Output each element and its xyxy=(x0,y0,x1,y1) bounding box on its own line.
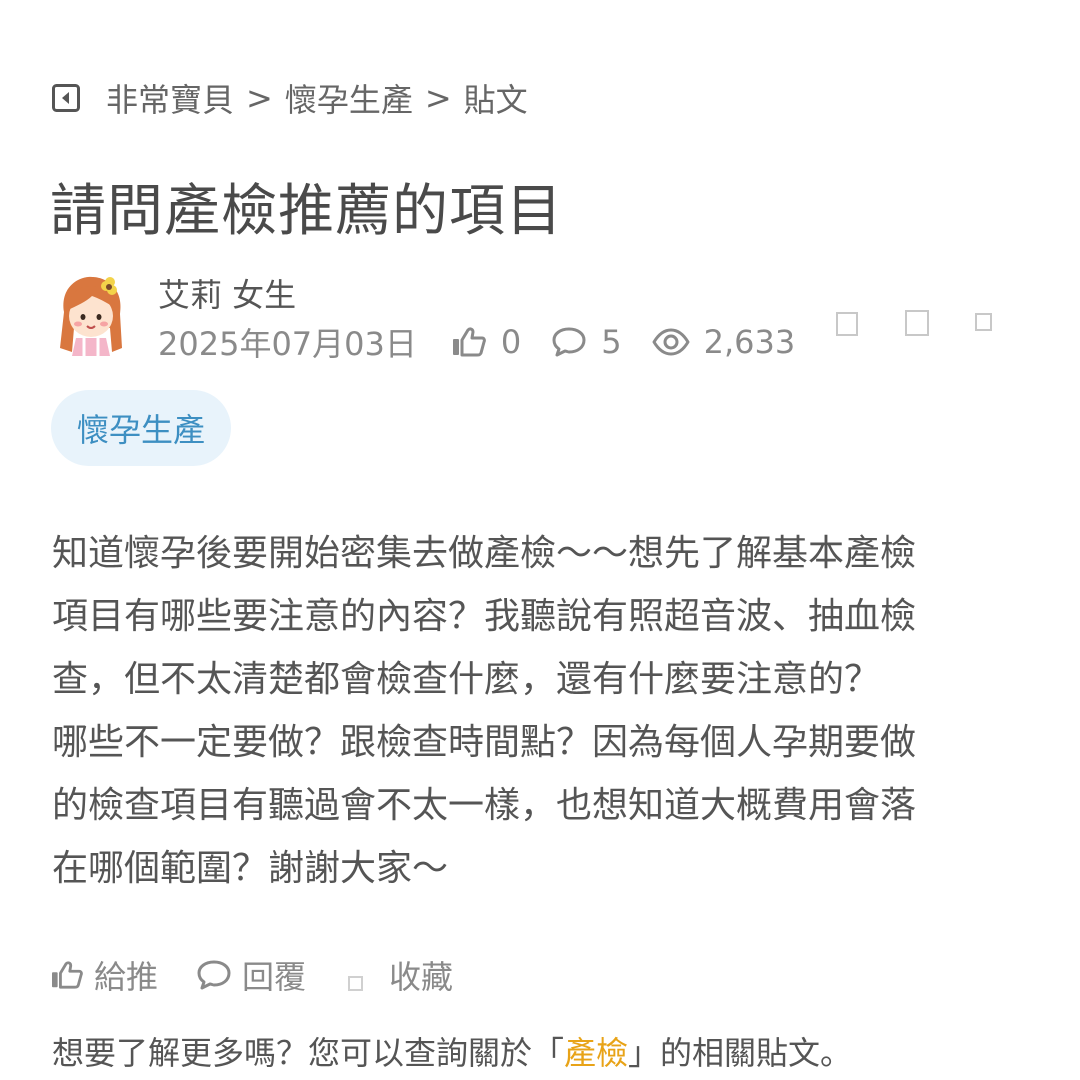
breadcrumb: 非常寶貝 > 懷孕生產 > 貼文 xyxy=(52,74,528,122)
view-count: 2,633 xyxy=(652,323,796,361)
related-prefix: 想要了解更多嗎？您可以查詢關於「 xyxy=(52,1034,565,1072)
back-arrow-icon[interactable] xyxy=(52,84,80,112)
post-body-line: 查，但不太清楚都會檢查什麼，還有什麼要注意的？ xyxy=(52,659,881,700)
avatar[interactable] xyxy=(54,272,128,356)
bookmark-icon[interactable] xyxy=(905,310,929,336)
favorite-button-label: 收藏 xyxy=(389,958,454,996)
category-tag[interactable]: 懷孕生產 xyxy=(51,390,231,466)
thumbs-up-icon xyxy=(50,960,84,990)
favorite-icon xyxy=(348,975,364,991)
post-body: 知道懷孕後要開始密集去做產檢～～想先了解基本產檢 項目有哪些要注意的內容？我聽說… xyxy=(52,522,1032,900)
comment-count: 5 xyxy=(551,323,622,361)
speech-bubble-icon xyxy=(551,326,587,358)
thumbs-up-icon xyxy=(451,326,487,358)
related-suffix: 」的相關貼文。 xyxy=(628,1034,853,1072)
share-icon[interactable] xyxy=(836,312,858,336)
post-actions: 給推 回覆 收藏 xyxy=(50,948,453,1002)
related-search-text: 想要了解更多嗎？您可以查詢關於「產檢」的相關貼文。 xyxy=(52,1028,852,1074)
post-date: 2025年07月03日 xyxy=(158,325,417,363)
post-body-line: 在哪個範圍？謝謝大家～ xyxy=(52,848,449,889)
post-body-line: 的檢查項目有聽過會不太一樣，也想知道大概費用會落 xyxy=(52,785,917,826)
post-body-line: 項目有哪些要注意的內容？我聽說有照超音波、抽血檢 xyxy=(52,596,917,637)
breadcrumb-separator: > xyxy=(246,79,273,117)
breadcrumb-item-forum[interactable]: 非常寶貝 xyxy=(106,75,234,121)
author-name[interactable]: 艾莉 女生 xyxy=(158,270,296,316)
reply-button-label: 回覆 xyxy=(242,958,307,996)
post-body-line: 哪些不一定要做？跟檢查時間點？因為每個人孕期要做 xyxy=(52,722,917,763)
breadcrumb-item-category[interactable]: 懷孕生產 xyxy=(285,75,413,121)
post-body-line: 知道懷孕後要開始密集去做產檢～～想先了解基本產檢 xyxy=(52,533,917,574)
favorite-button[interactable]: 收藏 xyxy=(348,952,453,998)
reply-button[interactable]: 回覆 xyxy=(196,952,306,998)
like-count: 0 xyxy=(451,323,521,361)
post-meta: 2025年07月03日 0 5 2,633 xyxy=(158,320,795,364)
related-keyword-link[interactable]: 產檢 xyxy=(564,1034,628,1072)
comment-count-value: 5 xyxy=(601,323,622,361)
like-button[interactable]: 給推 xyxy=(50,952,158,998)
like-button-label: 給推 xyxy=(94,958,159,996)
more-options-icon[interactable] xyxy=(975,313,992,331)
like-count-value: 0 xyxy=(500,323,522,361)
breadcrumb-item-post: 貼文 xyxy=(463,81,528,119)
speech-bubble-icon xyxy=(196,959,232,991)
post-title: 請問產檢推薦的項目 xyxy=(50,179,563,244)
breadcrumb-separator: > xyxy=(424,79,452,117)
eye-icon xyxy=(652,327,690,357)
view-count-value: 2,633 xyxy=(703,323,796,361)
